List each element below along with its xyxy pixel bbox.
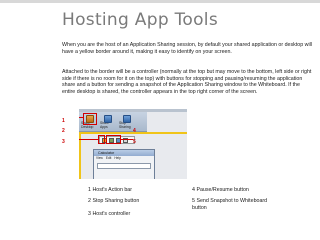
apps-icon <box>104 115 112 123</box>
legend-number: 3 <box>88 211 91 217</box>
callout-line-2 <box>79 139 99 140</box>
legend-item: 1 Host's Action bar <box>88 187 132 194</box>
legend-item: 3 Host's controller <box>88 211 130 218</box>
legend-item: 5 Send Snapshot to Whiteboard button <box>192 198 282 211</box>
legend-number: 5 <box>192 198 195 204</box>
calculator-menubar: View Edit Help <box>94 156 154 161</box>
controller-paragraph: Attached to the border will be a control… <box>62 69 312 95</box>
calculator-display <box>97 163 151 169</box>
callout-box-action-bar <box>83 113 97 125</box>
callout-line-1 <box>79 117 84 118</box>
callout-number-2: 2 <box>62 128 65 134</box>
callout-box-stop <box>98 135 105 144</box>
menu-edit[interactable]: Edit <box>106 156 112 161</box>
callout-number-5: 5 <box>133 139 136 145</box>
callout-number-1: 1 <box>62 118 65 124</box>
slide-title: Hosting App Tools <box>62 10 218 30</box>
callout-number-3: 3 <box>62 139 65 145</box>
legend-label: Send Snapshot to Whiteboard button <box>192 198 268 211</box>
callout-number-4: 4 <box>133 128 136 134</box>
callout-line-3 <box>121 139 133 140</box>
intro-paragraph: When you are the host of an Application … <box>62 42 312 55</box>
stop-sharing-tab[interactable]: Stop Sharing <box>119 115 135 129</box>
stop-icon <box>123 115 131 123</box>
share-apps-tab[interactable]: Share Apps <box>100 115 116 129</box>
menu-view[interactable]: View <box>96 156 103 161</box>
legend-number: 1 <box>88 187 91 193</box>
legend-item: 4 Pause/Resume button <box>192 187 249 194</box>
legend-label: Stop Sharing button <box>92 198 140 204</box>
legend-label: Host's controller <box>92 211 131 217</box>
legend-label: Pause/Resume button <box>196 187 249 193</box>
slide-top-bar <box>0 0 320 3</box>
legend-number: 4 <box>192 187 195 193</box>
calculator-window: Calculator View Edit Help <box>93 149 155 179</box>
legend-item: 2 Stop Sharing button <box>88 198 139 205</box>
legend-label: Host's Action bar <box>92 187 133 193</box>
menu-help[interactable]: Help <box>114 156 121 161</box>
legend-number: 2 <box>88 198 91 204</box>
callout-box-pause-snapshot <box>106 135 121 144</box>
